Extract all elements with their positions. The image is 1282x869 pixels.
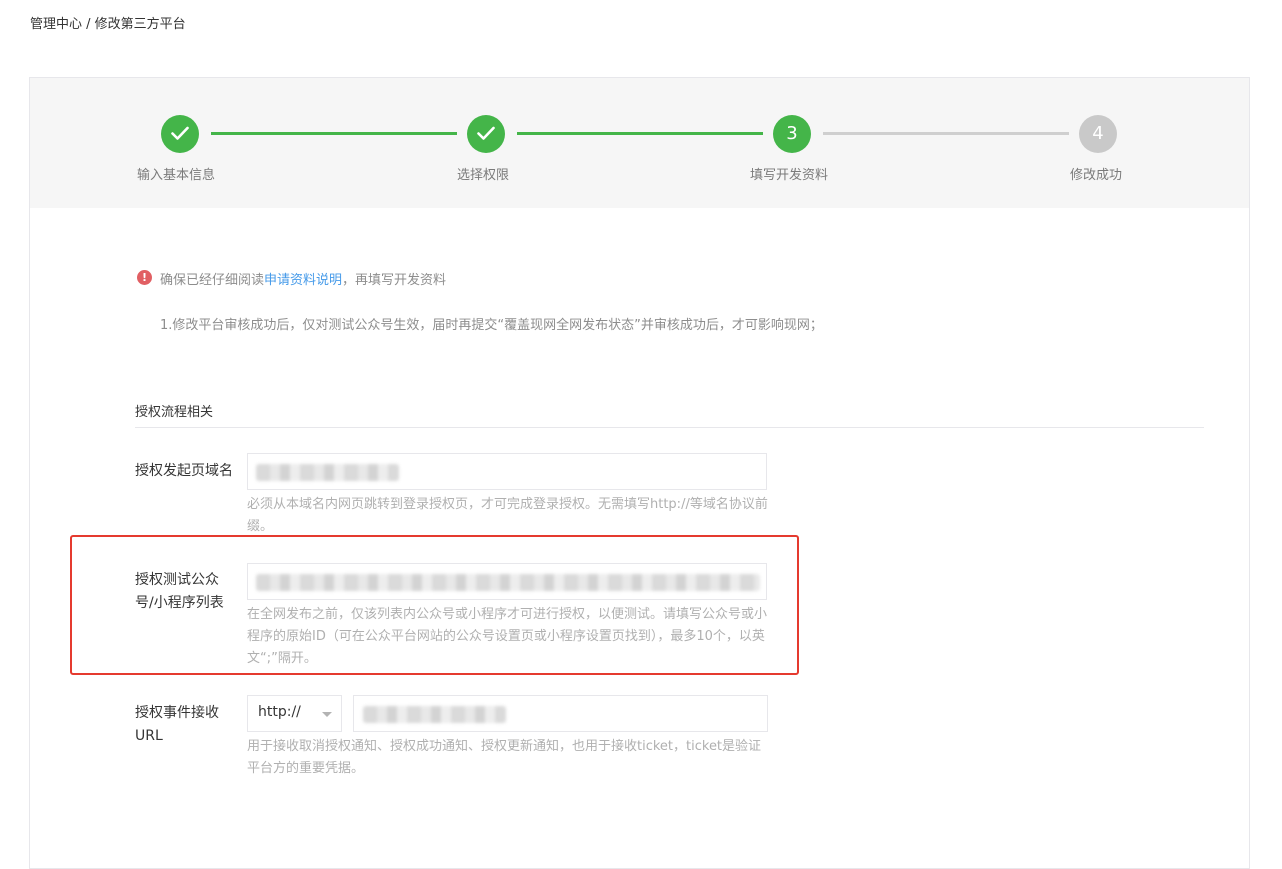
step-4-number: 4 xyxy=(1079,115,1117,153)
domain-label: 授权发起页域名 xyxy=(135,463,233,479)
notice-suffix: ，再填写开发资料 xyxy=(342,273,447,288)
application-guide-link[interactable]: 申请资料说明 xyxy=(264,273,342,288)
step-connector-3 xyxy=(823,132,1069,135)
notice-prefix: 确保已经仔细阅读 xyxy=(160,273,265,288)
step-1-check-icon xyxy=(161,115,199,153)
event-url-label: 授权事件接收 URL xyxy=(135,702,219,748)
step-connector-1 xyxy=(211,132,457,135)
warning-icon: ! xyxy=(137,270,152,285)
notice-text: 确保已经仔细阅读申请资料说明，再填写开发资料 xyxy=(160,269,446,288)
step-3-label: 填写开发资料 xyxy=(750,168,829,183)
step-connector-2 xyxy=(517,132,763,135)
step-2-label: 选择权限 xyxy=(457,168,510,183)
breadcrumb: 管理中心 / 修改第三方平台 xyxy=(30,17,186,32)
domain-hint: 必须从本域名内网页跳转到登录授权页，才可完成登录授权。无需填写http://等域… xyxy=(247,497,768,534)
step-progress-bar: 3 4 输入基本信息 选择权限 填写开发资料 修改成功 xyxy=(30,78,1249,208)
redacted-value xyxy=(363,706,506,723)
step-3-number: 3 xyxy=(773,115,811,153)
notice-note: 1.修改平台审核成功后，仅对测试公众号生效，届时再提交“覆盖现网全网发布状态”并… xyxy=(160,318,823,333)
protocol-select-value: http:// xyxy=(258,704,301,720)
protocol-select[interactable]: http:// xyxy=(247,695,342,732)
event-url-label-line1: 授权事件接收 xyxy=(135,705,219,721)
step-1-label: 输入基本信息 xyxy=(137,168,216,183)
section-divider xyxy=(135,427,1204,428)
chevron-down-icon xyxy=(322,712,332,717)
step-2-check-icon xyxy=(467,115,505,153)
highlight-annotation xyxy=(70,535,799,675)
domain-input[interactable] xyxy=(247,453,767,490)
event-url-input[interactable] xyxy=(353,695,768,732)
redacted-value xyxy=(256,464,399,481)
form-panel: 3 4 输入基本信息 选择权限 填写开发资料 修改成功 ! 确保已经仔细阅读申请… xyxy=(29,77,1250,869)
event-url-hint: 用于接收取消授权通知、授权成功通知、授权更新通知，也用于接收ticket，tic… xyxy=(247,739,762,776)
step-4-label: 修改成功 xyxy=(1070,168,1123,183)
section-title: 授权流程相关 xyxy=(135,405,214,420)
event-url-label-line2: URL xyxy=(135,728,163,744)
